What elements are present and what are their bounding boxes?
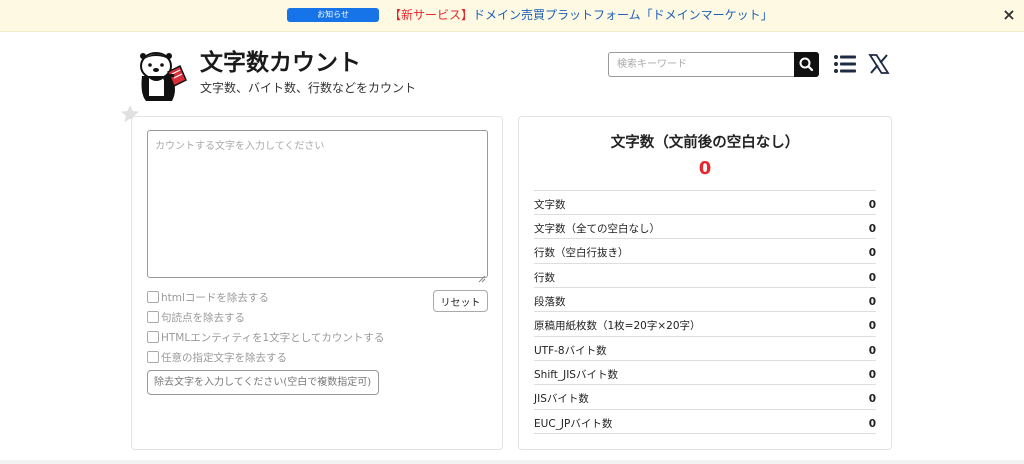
stat-label: 文字数（全ての空白なし） [534, 223, 660, 235]
option-html-entity[interactable]: HTMLエンティティを1文字としてカウントする [147, 331, 384, 345]
stat-value: 0 [868, 247, 876, 259]
stat-label: JISバイト数 [534, 393, 589, 405]
stat-row: 文字数（全ての空白なし） 0 [534, 214, 876, 238]
stat-row: UTF-8バイト数 0 [534, 336, 876, 360]
stat-value: 0 [868, 296, 876, 308]
stat-label: 文字数 [534, 199, 566, 211]
stat-row: 段落数 0 [534, 287, 876, 311]
stat-row: 文字数 0 [534, 190, 876, 214]
footer-divider [0, 460, 1024, 464]
stat-value: 0 [868, 345, 876, 357]
checkbox[interactable] [147, 291, 159, 303]
option-label: 句読点を除去する [161, 312, 245, 324]
stat-label: 原稿用紙枚数（1枚=20字×20字） [534, 320, 701, 332]
divider [534, 433, 876, 434]
stat-label: EUC_JPバイト数 [534, 418, 613, 430]
stat-label: 行数（空白行抜き） [534, 247, 629, 259]
option-label: HTMLエンティティを1文字としてカウントする [161, 332, 385, 344]
notice-highlight: 【新サービス】 [389, 8, 474, 22]
stat-value: 0 [868, 320, 876, 332]
stat-label: UTF-8バイト数 [534, 345, 607, 357]
close-icon[interactable]: × [1001, 6, 1017, 24]
checkbox[interactable] [147, 331, 159, 343]
stat-row: 行数 0 [534, 263, 876, 287]
stat-label: Shift_JISバイト数 [534, 369, 618, 381]
option-remove-punctuation[interactable]: 句読点を除去する [147, 311, 245, 325]
site-subtitle: 文字数、バイト数、行数などをカウント [200, 81, 417, 95]
stat-value: 0 [868, 369, 876, 381]
option-remove-custom[interactable]: 任意の指定文字を除去する [147, 351, 287, 365]
stat-value: 0 [868, 418, 876, 430]
remove-chars-input[interactable] [147, 370, 379, 395]
stat-value: 0 [868, 393, 876, 405]
site-title[interactable]: 文字数カウント [200, 49, 361, 77]
stat-row: 行数（空白行抜き） 0 [534, 238, 876, 262]
stat-value: 0 [868, 272, 876, 284]
reset-button[interactable]: リセット [433, 290, 488, 312]
notice-link[interactable]: 【新サービス】ドメイン売買プラットフォーム「ドメインマーケット」 [389, 7, 773, 23]
stat-row: JISバイト数 0 [534, 384, 876, 408]
main-count-value: 0 [698, 158, 712, 179]
search-icon [799, 57, 814, 72]
x-icon[interactable] [868, 53, 890, 75]
search-button[interactable] [794, 52, 819, 77]
option-label: htmlコードを除去する [161, 292, 269, 304]
stat-row: 原稿用紙枚数（1枚=20字×20字） 0 [534, 311, 876, 335]
notice-badge: お知らせ [287, 8, 379, 22]
menu-icon[interactable] [834, 54, 856, 74]
stat-row: EUC_JPバイト数 0 [534, 409, 876, 433]
stat-label: 段落数 [534, 296, 566, 308]
stat-row: Shift_JISバイト数 0 [534, 360, 876, 384]
checkbox[interactable] [147, 311, 159, 323]
stat-value: 0 [868, 223, 876, 235]
main-count-label: 文字数（文前後の空白なし） [610, 135, 800, 151]
text-input[interactable] [147, 130, 488, 278]
stat-label: 行数 [534, 272, 555, 284]
otter-mascot-logo[interactable] [134, 46, 190, 102]
notice-bar: お知らせ 【新サービス】ドメイン売買プラットフォーム「ドメインマーケット」 × [0, 0, 1024, 32]
option-label: 任意の指定文字を除去する [161, 352, 287, 364]
option-remove-html[interactable]: htmlコードを除去する [147, 291, 269, 305]
search-input[interactable] [608, 52, 794, 77]
notice-link-text[interactable]: ドメイン売買プラットフォーム「ドメインマーケット」 [473, 8, 773, 22]
stat-value: 0 [868, 199, 876, 211]
checkbox[interactable] [147, 351, 159, 363]
resize-handle-icon[interactable] [478, 268, 486, 283]
